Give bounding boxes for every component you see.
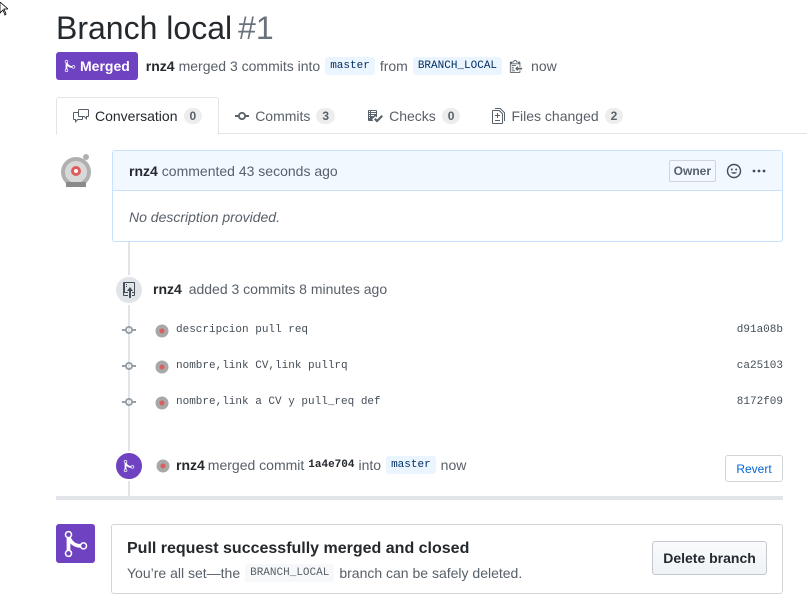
avatar[interactable]: [154, 394, 170, 410]
list-item: nombre,link CV,link pullrq ca25103: [120, 356, 783, 376]
pr-author-link[interactable]: rnz4: [146, 58, 175, 74]
push-event-icon-wrap: [114, 275, 144, 305]
commit-message-link[interactable]: nombre,link CV,link pullrq: [176, 360, 737, 372]
git-commit-icon: [122, 398, 136, 406]
merge-event-text: merged commit: [207, 457, 305, 473]
kebab-horizontal-icon[interactable]: [752, 163, 766, 179]
avatar[interactable]: [56, 150, 96, 190]
avatar[interactable]: [155, 457, 171, 473]
merge-target-branch[interactable]: master: [386, 456, 436, 474]
smiley-icon[interactable]: [726, 163, 742, 179]
git-commit-icon: [235, 111, 250, 120]
merge-icon: [123, 459, 135, 473]
pr-title: Branch local: [56, 10, 233, 46]
mouse-cursor-icon: [0, 2, 8, 16]
head-branch-ref[interactable]: BRANCH_LOCAL: [412, 57, 503, 75]
push-author-link[interactable]: rnz4: [153, 281, 182, 297]
push-event-text: added 3 commits 8 minutes ago: [188, 281, 388, 297]
merge-icon: [64, 530, 87, 557]
file-diff-icon: [492, 107, 506, 124]
timeline-divider: [56, 496, 783, 500]
commit-message-link[interactable]: descripcion pull req: [176, 324, 737, 336]
commit-message-link[interactable]: nombre,link a CV y pull_req def: [176, 396, 737, 408]
base-branch-ref[interactable]: master: [325, 57, 375, 75]
comment-author-link[interactable]: rnz4: [129, 163, 158, 179]
delete-branch-button[interactable]: Delete branch: [652, 541, 767, 575]
tab-label: Commits: [255, 107, 311, 124]
tab-counter: 3: [316, 107, 336, 124]
avatar[interactable]: [154, 358, 170, 374]
commit-sha-link[interactable]: ca25103: [737, 360, 783, 372]
merge-desc-after: branch can be safely deleted.: [339, 565, 523, 581]
tab-label: Checks: [389, 107, 436, 124]
tab-label: Files changed: [511, 107, 599, 124]
merge-summary: merged 3 commits into: [178, 58, 321, 74]
merge-event: rnz4 merged commit 1a4e704 into master n…: [155, 456, 466, 474]
tab-files-changed[interactable]: Files changed 2: [476, 97, 639, 134]
list-item: nombre,link a CV y pull_req def 8172f09: [120, 392, 783, 412]
merge-into-text: into: [358, 457, 382, 473]
list-item: descripcion pull req d91a08b: [120, 320, 783, 340]
checklist-icon: [368, 109, 384, 122]
merge-icon: [64, 59, 76, 73]
merge-desc-before: You’re all set—the: [127, 565, 241, 581]
merge-status-description: You’re all set—the BRANCH_LOCAL branch c…: [127, 564, 522, 582]
comment-header: rnz4 commented 43 seconds ago Owner: [113, 151, 782, 191]
avatar[interactable]: [154, 322, 170, 338]
tab-counter: 0: [441, 107, 461, 124]
tab-commits[interactable]: Commits 3: [219, 97, 351, 134]
page-title: Branch local #1: [56, 8, 274, 48]
pr-tabs: Conversation 0 Commits 3 Checks 0 Files …: [56, 97, 807, 135]
deletable-branch-ref: BRANCH_LOCAL: [245, 564, 335, 582]
merge-event-icon-wrap: [114, 451, 144, 481]
git-commit-icon: [122, 362, 136, 370]
push-event: rnz4 added 3 commits 8 minutes ago: [153, 281, 387, 297]
merge-author-link[interactable]: rnz4: [176, 457, 205, 473]
tab-counter: 2: [604, 107, 624, 124]
tab-label: Conversation: [95, 108, 178, 124]
state-label: Merged: [80, 58, 130, 74]
merge-status-box: Pull request successfully merged and clo…: [111, 524, 783, 594]
comment-timestamp[interactable]: commented 43 seconds ago: [162, 163, 338, 179]
merge-status-icon-wrap: [56, 524, 95, 563]
revert-button[interactable]: Revert: [725, 455, 783, 482]
pr-meta: Merged rnz4 merged 3 commits into master…: [56, 52, 557, 80]
tab-counter: 0: [183, 108, 203, 124]
owner-badge: Owner: [668, 159, 716, 182]
comment-box: rnz4 commented 43 seconds ago Owner No d…: [112, 150, 783, 242]
from-text: from: [379, 58, 408, 74]
merged-state-badge: Merged: [56, 52, 138, 80]
tab-conversation[interactable]: Conversation 0: [56, 97, 220, 135]
comment-discussion-icon: [73, 109, 89, 123]
clipboard-icon[interactable]: [509, 59, 523, 73]
comment-body: No description provided.: [129, 209, 280, 225]
merge-commit-sha-link[interactable]: 1a4e704: [308, 459, 354, 471]
tab-checks[interactable]: Checks 0: [351, 97, 476, 134]
merge-time: now: [531, 58, 557, 74]
git-commit-icon: [122, 326, 136, 334]
commit-sha-link[interactable]: 8172f09: [737, 396, 783, 408]
repo-push-icon: [123, 282, 135, 298]
commit-sha-link[interactable]: d91a08b: [737, 324, 783, 336]
pr-number: #1: [238, 10, 274, 46]
merge-status-title: Pull request successfully merged and clo…: [127, 540, 470, 557]
merge-event-time: now: [440, 457, 467, 473]
